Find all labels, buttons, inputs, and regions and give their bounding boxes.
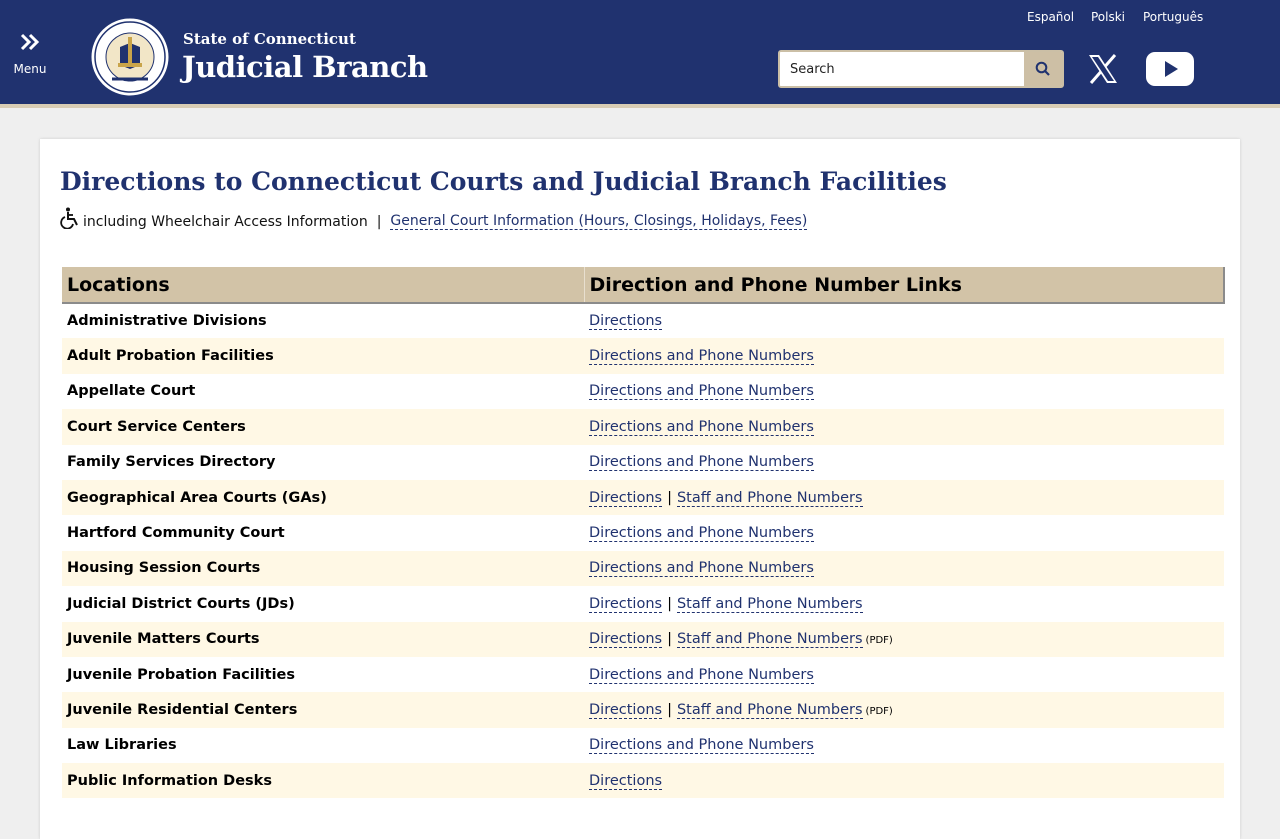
directions-link[interactable]: Directions and Phone Numbers [589,348,814,366]
directions-link[interactable]: Directions [589,595,663,613]
location-name: Administrative Divisions [67,313,267,330]
location-name: Law Libraries [67,737,177,754]
staff-phone-link[interactable]: Staff and Phone Numbers [676,701,863,719]
x-twitter-icon[interactable] [1085,51,1121,87]
youtube-icon[interactable] [1146,51,1194,87]
table-row: Juvenile Residential Centers Directions | S… [62,692,1224,728]
directions-link[interactable]: Directions [589,772,663,790]
location-name: Adult Probation Facilities [62,338,584,374]
links-cell: Directions | Staff and Phone Numbers [584,586,1224,621]
links-cell: Directions [584,763,1224,799]
location-name: Court Service Centers [62,409,584,445]
location-name: Geographical Area Courts (GAs) [62,479,584,516]
language-link-espanol[interactable]: Español [1027,10,1074,24]
staff-phone-link[interactable]: Staff and Phone Numbers [676,595,863,613]
directions-link[interactable]: Directions and Phone Numbers [589,666,814,684]
page-title: Directions to Connecticut Courts and Jud… [60,167,947,196]
general-court-info-link[interactable]: General Court Information (Hours, Closin… [390,213,808,230]
location-name: Appellate Court [67,383,196,400]
directions-link[interactable]: Directions and Phone Numbers [589,737,814,755]
location-name: Juvenile Probation Facilities [67,666,295,683]
links-cell: Directions and Phone Numbers [584,374,1224,409]
header-divider [0,104,1280,108]
content-card: Directions to Connecticut Courts and Jud… [40,139,1240,839]
brand-subtitle: State of Connecticut [183,30,356,48]
search-button[interactable] [1024,52,1062,86]
links-cell: Directions and Phone Numbers [584,728,1224,763]
location-name: Public Information Desks [62,763,584,799]
language-link-polski[interactable]: Polski [1091,10,1125,24]
table-row: Law Libraries Directions and Phone Number… [62,728,1224,763]
column-header-links: Direction and Phone Number Links [583,267,1225,304]
menu-button[interactable]: Menu [8,32,52,76]
table-row: Geographical Area Courts (GAs) Directions… [62,479,1224,516]
table-row: Juvenile Probation Facilities Directions … [62,657,1224,692]
link-separator: | [667,489,672,506]
staff-phone-link[interactable]: Staff and Phone Numbers [676,489,863,507]
location-name: Juvenile Matters Courts [62,621,584,657]
directions-link[interactable]: Directions [589,631,663,649]
wheelchair-icon [60,207,78,229]
search-icon [1035,61,1050,76]
location-name: Juvenile Residential Centers [62,692,584,728]
links-cell: Directions and Phone Numbers [584,409,1224,445]
table-row: Court Service Centers Directions and Phon… [62,409,1224,445]
table-row: Housing Session Courts Directions and Pho… [62,550,1224,587]
table-row: Hartford Community Court Directions and P… [62,515,1224,550]
directions-link[interactable]: Directions and Phone Numbers [589,383,814,401]
link-separator: | [667,701,672,718]
table-row: Appellate Court Directions and Phone Numb… [62,374,1224,409]
directions-link[interactable]: Directions and Phone Numbers [589,560,814,578]
links-cell: Directions | Staff and Phone Numbers [584,479,1224,516]
directions-link[interactable]: Directions [589,701,663,719]
link-separator: | [667,631,672,648]
table-row: Juvenile Matters Courts Directions | Staff … [62,621,1224,657]
location-name: Housing Session Courts [62,550,584,587]
search-input[interactable] [780,52,1026,86]
wheelchair-text: including Wheelchair Access Information [83,213,368,230]
table-row: Adult Probation Facilities Directions and… [62,338,1224,374]
links-cell: Directions | Staff and Phone Numbers (PDF) [584,692,1224,728]
pdf-label: (PDF) [865,635,893,647]
links-cell: Directions and Phone Numbers [584,445,1224,480]
judicial-seal-logo[interactable] [90,17,170,97]
pdf-label: (PDF) [865,705,893,717]
site-header: Menu State of Connecticut Judicial Branc… [0,0,1280,104]
separator: | [376,213,382,230]
location-name: Hartford Community Court [67,525,285,542]
location-name: Family Services Directory [67,454,276,471]
links-cell: Directions and Phone Numbers [584,550,1224,587]
link-separator: | [667,595,672,612]
table-row: Public Information Desks Directions [62,763,1224,799]
links-cell: Directions [584,303,1224,338]
access-info-line: including Wheelchair Access Information … [60,207,808,230]
links-cell: Directions and Phone Numbers [584,657,1224,692]
links-cell: Directions and Phone Numbers [584,515,1224,550]
staff-phone-link[interactable]: Staff and Phone Numbers [676,631,863,649]
directions-link[interactable]: Directions and Phone Numbers [589,454,814,472]
language-link-portugues[interactable]: Português [1143,10,1203,24]
locations-table: Locations Direction and Phone Number Lin… [62,267,1225,799]
table-header-row: Locations Direction and Phone Number Lin… [62,267,1225,304]
table-row: Family Services Directory Directions and … [62,445,1224,480]
column-header-locations: Locations [62,267,584,304]
brand-title[interactable]: Judicial Branch [182,50,428,84]
directions-link[interactable]: Directions [589,489,663,507]
directions-link[interactable]: Directions and Phone Numbers [589,418,814,436]
directions-link[interactable]: Directions [589,313,663,331]
table-row: Judicial District Courts (JDs) Directions… [62,586,1224,621]
menu-label: Menu [13,62,47,76]
table-row: Administrative Divisions Directions [62,303,1224,338]
location-name: Judicial District Courts (JDs) [67,595,295,612]
links-cell: Directions | Staff and Phone Numbers (PDF) [584,621,1224,657]
links-cell: Directions and Phone Numbers [584,338,1224,374]
directions-link[interactable]: Directions and Phone Numbers [589,525,814,543]
search-box [778,50,1064,88]
double-chevron-right-icon [8,32,52,58]
